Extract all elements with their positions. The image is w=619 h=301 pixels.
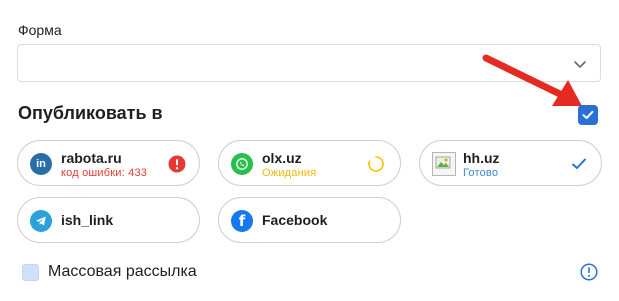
whatsapp-icon: [231, 153, 253, 175]
annotation-arrow-icon: [482, 54, 582, 106]
error-icon: [167, 154, 187, 174]
publish-all-checkbox[interactable]: [578, 105, 598, 125]
platform-rabota-ru[interactable]: in rabota.ru код ошибки: 433: [17, 140, 200, 186]
loading-spinner-icon: [366, 154, 386, 174]
platform-status: Ожидания: [262, 167, 317, 179]
platform-olx-uz[interactable]: olx.uz Ожидания: [218, 140, 401, 186]
platform-status: код ошибки: 433: [61, 167, 148, 179]
platform-name: olx.uz: [262, 150, 302, 166]
linkedin-icon: in: [30, 153, 52, 175]
telegram-icon: [30, 210, 52, 232]
platform-name: hh.uz: [463, 150, 500, 166]
platform-status: Готово: [463, 167, 499, 179]
check-icon: [582, 110, 594, 119]
platform-hh-uz[interactable]: hh.uz Готово: [419, 140, 602, 186]
facebook-icon: f: [231, 210, 253, 232]
mass-mailing-label: Массовая рассылка: [48, 263, 197, 280]
broken-image-icon: [432, 152, 456, 176]
check-icon: [569, 154, 589, 174]
form-label: Форма: [18, 22, 62, 38]
platform-name: Facebook: [262, 212, 328, 228]
platform-facebook[interactable]: f Facebook: [218, 197, 401, 243]
platform-name: rabota.ru: [61, 150, 122, 166]
publish-title: Опубликовать в: [18, 103, 163, 123]
mass-mailing-checkbox[interactable]: [22, 264, 39, 281]
platform-name: ish_link: [61, 212, 114, 228]
info-icon[interactable]: [580, 263, 598, 281]
platform-ish-link[interactable]: ish_link: [17, 197, 200, 243]
